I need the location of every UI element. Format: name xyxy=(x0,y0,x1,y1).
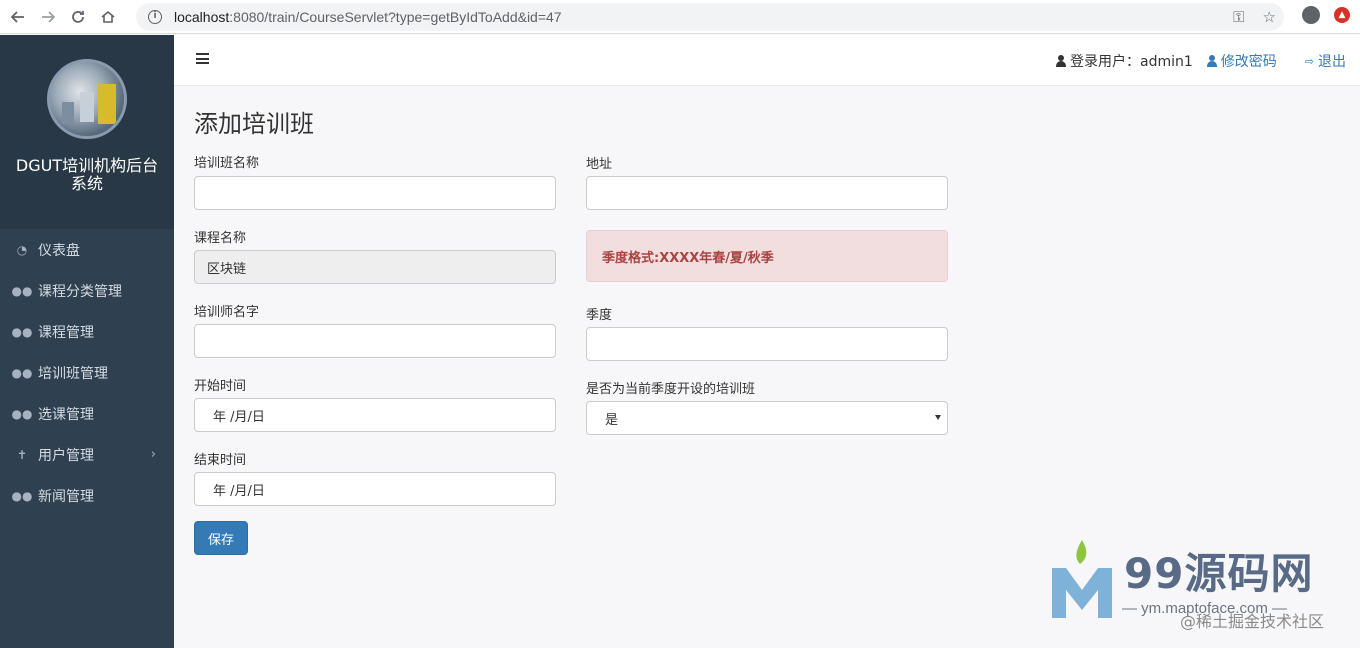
dashboard-icon: ◔ xyxy=(16,242,28,257)
current-season-select[interactable]: 是 xyxy=(586,401,948,435)
top-header: 登录用户：admin1 修改密码 ⇨ 退出 xyxy=(174,35,1360,86)
back-icon[interactable] xyxy=(6,5,30,29)
forward-icon[interactable] xyxy=(36,5,60,29)
sidebar-item-course-category[interactable]: ●● 课程分类管理 xyxy=(0,270,174,311)
end-date-input[interactable]: 年 /月/日 xyxy=(194,472,556,506)
logout-icon: ⇨ xyxy=(1304,54,1314,68)
address-bar[interactable]: i localhost:8080/train/CourseServlet?typ… xyxy=(136,3,1284,31)
trainer-label: 培训师名字 xyxy=(194,305,260,320)
start-time-label: 开始时间 xyxy=(194,379,247,394)
watermark-juejin: @稀土掘金技术社区 xyxy=(1180,612,1325,631)
watermark-brand: 99源码网 xyxy=(1124,549,1314,598)
system-logo xyxy=(47,59,127,139)
sidebar-item-dashboard[interactable]: ◔ 仪表盘 xyxy=(0,229,174,270)
end-time-label: 结束时间 xyxy=(194,453,247,468)
start-date-input[interactable]: 年 /月/日 xyxy=(194,398,556,432)
users-icon: ●● xyxy=(11,488,33,503)
user-icon xyxy=(1056,55,1066,67)
sidebar-item-training-class[interactable]: ●● 培训班管理 xyxy=(0,352,174,393)
sidebar-item-user[interactable]: ✝ 用户管理 › xyxy=(0,434,174,475)
sidebar-menu: ◔ 仪表盘 ●● 课程分类管理 ●● 课程管理 ●● 培训班管理 ●● 选课管理… xyxy=(0,229,174,516)
trainer-input[interactable] xyxy=(194,324,556,358)
sidebar-header: DGUT培训机构后台系统 xyxy=(0,35,174,229)
key-icon[interactable]: ⚿ xyxy=(1233,8,1244,26)
site-info-icon[interactable]: i xyxy=(148,10,162,24)
season-label: 季度 xyxy=(586,308,613,323)
sidebar-item-course[interactable]: ●● 课程管理 xyxy=(0,311,174,352)
chevron-right-icon: › xyxy=(150,447,156,462)
save-button[interactable]: 保存 xyxy=(194,521,248,555)
season-format-alert: 季度格式:XXXX年春/夏/秋季 xyxy=(586,230,948,282)
course-name-input: 区块链 xyxy=(194,250,556,284)
url-text: localhost:8080/train/CourseServlet?type=… xyxy=(174,9,562,25)
browser-toolbar: i localhost:8080/train/CourseServlet?typ… xyxy=(0,0,1360,34)
class-name-label: 培训班名称 xyxy=(194,156,260,171)
current-season-label: 是否为当前季度开设的培训班 xyxy=(586,382,756,397)
caret-down-icon xyxy=(935,415,941,420)
season-input[interactable] xyxy=(586,327,948,361)
users-icon: ●● xyxy=(11,324,33,339)
sidebar: DGUT培训机构后台系统 ◔ 仪表盘 ●● 课程分类管理 ●● 课程管理 ●● … xyxy=(0,35,174,648)
address-input[interactable] xyxy=(586,176,948,210)
reload-icon[interactable] xyxy=(66,5,90,29)
sidebar-item-news[interactable]: ●● 新闻管理 xyxy=(0,475,174,516)
page-title: 添加培训班 xyxy=(194,110,314,138)
user-icon xyxy=(1206,55,1217,67)
system-title: DGUT培训机构后台系统 xyxy=(15,156,159,193)
extension-icon[interactable]: ▲ xyxy=(1334,7,1350,23)
logout-link[interactable]: ⇨ 退出 xyxy=(1305,51,1346,71)
pin-icon: ✝ xyxy=(16,447,28,462)
class-name-input[interactable] xyxy=(194,176,556,210)
home-icon[interactable] xyxy=(96,5,120,29)
login-user: 登录用户：admin1 xyxy=(1056,51,1193,71)
users-icon: ●● xyxy=(11,365,33,380)
change-password-link[interactable]: 修改密码 xyxy=(1206,51,1277,71)
users-icon: ●● xyxy=(11,283,33,298)
menu-toggle-icon[interactable] xyxy=(196,53,209,64)
address-label: 地址 xyxy=(586,157,613,172)
sidebar-item-course-selection[interactable]: ●● 选课管理 xyxy=(0,393,174,434)
watermark-logo xyxy=(1052,540,1112,618)
profile-icon[interactable] xyxy=(1302,6,1320,24)
star-icon[interactable]: ☆ xyxy=(1263,8,1276,26)
users-icon: ●● xyxy=(11,406,33,421)
course-name-label: 课程名称 xyxy=(194,231,247,246)
